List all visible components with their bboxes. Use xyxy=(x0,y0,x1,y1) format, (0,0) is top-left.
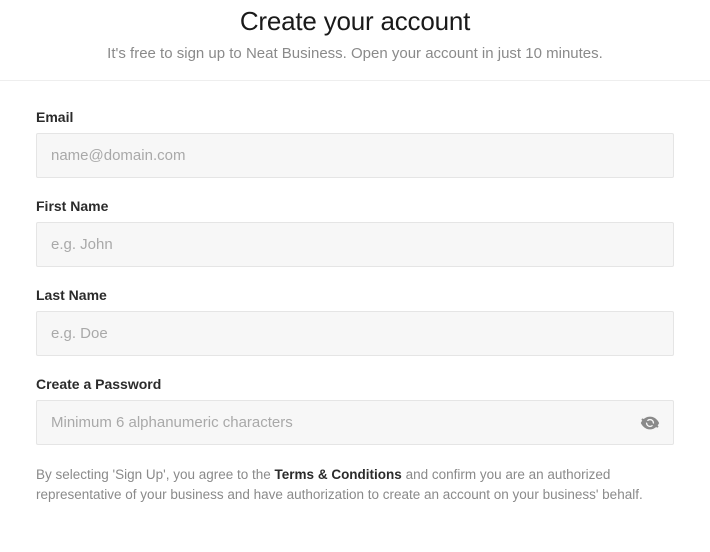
email-input[interactable] xyxy=(36,133,674,178)
password-label: Create a Password xyxy=(36,376,674,392)
last-name-input[interactable] xyxy=(36,311,674,356)
last-name-label: Last Name xyxy=(36,287,674,303)
first-name-input-wrap xyxy=(36,222,674,267)
first-name-input[interactable] xyxy=(36,222,674,267)
password-input[interactable] xyxy=(36,400,674,445)
disclaimer-pre: By selecting 'Sign Up', you agree to the xyxy=(36,467,275,482)
page-subtitle: It's free to sign up to Neat Business. O… xyxy=(20,45,690,62)
toggle-password-visibility-button[interactable] xyxy=(636,409,664,437)
page-title: Create your account xyxy=(20,6,690,37)
email-input-wrap xyxy=(36,133,674,178)
password-input-wrap xyxy=(36,400,674,445)
email-label: Email xyxy=(36,109,674,125)
last-name-input-wrap xyxy=(36,311,674,356)
eye-off-icon xyxy=(639,412,661,434)
first-name-field-group: First Name xyxy=(36,198,674,267)
signup-form: Email First Name Last Name Create a Pass… xyxy=(0,81,710,504)
email-field-group: Email xyxy=(36,109,674,178)
password-field-group: Create a Password xyxy=(36,376,674,445)
terms-disclaimer: By selecting 'Sign Up', you agree to the… xyxy=(36,465,674,504)
last-name-field-group: Last Name xyxy=(36,287,674,356)
header: Create your account It's free to sign up… xyxy=(0,0,710,81)
first-name-label: First Name xyxy=(36,198,674,214)
terms-and-conditions-link[interactable]: Terms & Conditions xyxy=(275,467,402,482)
